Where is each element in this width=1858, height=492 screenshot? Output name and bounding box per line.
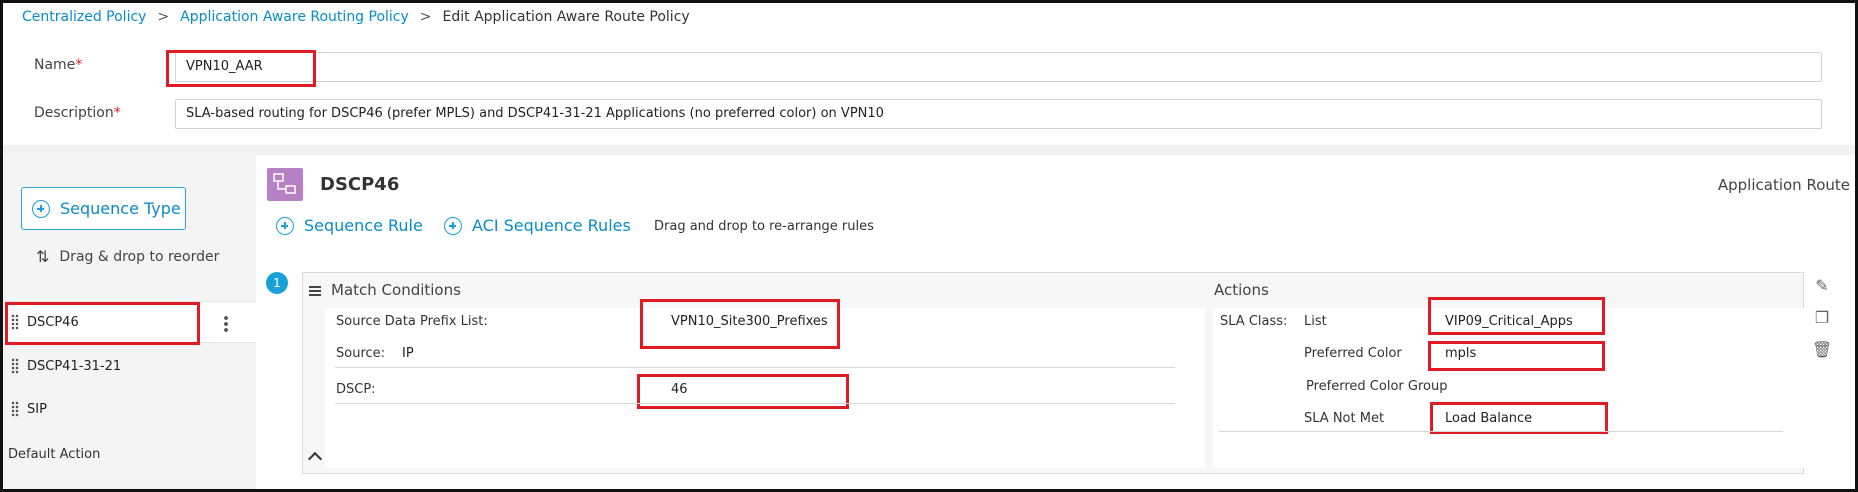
row-divider: [1219, 431, 1783, 432]
breadcrumb: Centralized Policy > Application Aware R…: [22, 6, 690, 28]
breadcrumb-separator: >: [419, 9, 432, 25]
preferred-color-value[interactable]: mpls: [1445, 346, 1476, 361]
drag-grip-icon[interactable]: [11, 401, 19, 417]
match-conditions-panel: [325, 308, 1205, 468]
source-value[interactable]: IP: [402, 346, 414, 361]
dscp-label: DSCP:: [336, 382, 376, 397]
actions-title: Actions: [1214, 281, 1269, 299]
description-input[interactable]: SLA-based routing for DSCP46 (prefer MPL…: [175, 99, 1822, 129]
add-aci-sequence-rules-button[interactable]: ACI Sequence Rules: [444, 216, 631, 235]
sequence-rule-label: Sequence Rule: [304, 216, 423, 235]
default-action-item[interactable]: Default Action: [8, 447, 100, 462]
section-divider: [3, 145, 1855, 155]
sequence-type-label: Application Route: [1717, 176, 1850, 194]
sequence-icon: [267, 168, 303, 201]
drag-rules-hint: Drag and drop to re-arrange rules: [654, 219, 874, 234]
row-divider: [335, 403, 1175, 404]
description-label: Description*: [34, 105, 121, 121]
row-divider: [335, 367, 1175, 368]
drag-grip-icon[interactable]: [11, 358, 19, 374]
reorder-hint: ⇅ Drag & drop to reorder: [36, 247, 219, 266]
sla-class-label: SLA Class:: [1220, 314, 1288, 329]
name-input[interactable]: VPN10_AAR: [175, 52, 1822, 82]
plus-circle-icon: [32, 199, 50, 218]
sla-list-label: List: [1304, 314, 1327, 329]
reorder-hint-text: Drag & drop to reorder: [59, 248, 220, 265]
match-conditions-title: Match Conditions: [331, 281, 461, 299]
dscp-value[interactable]: 46: [671, 382, 688, 397]
sequence-item-dscp46[interactable]: DSCP46: [3, 301, 256, 343]
sla-not-met-value[interactable]: Load Balance: [1445, 411, 1532, 426]
breadcrumb-centralized-policy[interactable]: Centralized Policy: [22, 9, 146, 25]
trash-icon[interactable]: 🗑: [1812, 340, 1832, 360]
source-prefix-value[interactable]: VPN10_Site300_Prefixes: [671, 314, 828, 329]
breadcrumb-separator: >: [157, 9, 170, 25]
source-prefix-label: Source Data Prefix List:: [336, 314, 488, 329]
sequence-item-dscp41-31-21[interactable]: DSCP41-31-21: [3, 345, 256, 387]
sequence-title: DSCP46: [320, 174, 400, 195]
source-label: Source:: [336, 346, 386, 361]
actions-panel: [1213, 308, 1804, 468]
preferred-color-label: Preferred Color: [1304, 346, 1402, 361]
breadcrumb-current: Edit Application Aware Route Policy: [442, 9, 690, 25]
sequence-type-button[interactable]: Sequence Type: [21, 187, 186, 230]
sequence-type-label: Sequence Type: [60, 199, 181, 218]
breadcrumb-aar-policy[interactable]: Application Aware Routing Policy: [180, 9, 409, 25]
name-label: Name*: [34, 57, 83, 73]
sequence-item-label: DSCP41-31-21: [27, 358, 122, 374]
plus-circle-icon: [276, 216, 294, 235]
preferred-color-group-label: Preferred Color Group: [1306, 379, 1448, 394]
rule-number-badge: 1: [266, 272, 288, 294]
sequence-item-label: SIP: [27, 401, 47, 417]
plus-circle-icon: [444, 216, 462, 235]
sla-not-met-label: SLA Not Met: [1304, 411, 1385, 426]
copy-icon[interactable]: ❐: [1812, 308, 1832, 328]
pencil-icon[interactable]: ✎: [1812, 276, 1832, 296]
hamburger-icon[interactable]: [309, 286, 321, 296]
kebab-menu-icon[interactable]: [224, 315, 228, 333]
sla-list-value[interactable]: VIP09_Critical_Apps: [1445, 314, 1573, 329]
reorder-arrows-icon: ⇅: [36, 247, 50, 266]
drag-grip-icon[interactable]: [11, 314, 19, 330]
aci-sequence-rules-label: ACI Sequence Rules: [472, 216, 631, 235]
sequence-item-sip[interactable]: SIP: [3, 388, 256, 430]
add-sequence-rule-button[interactable]: Sequence Rule: [276, 216, 423, 235]
sequence-item-label: DSCP46: [27, 314, 79, 330]
